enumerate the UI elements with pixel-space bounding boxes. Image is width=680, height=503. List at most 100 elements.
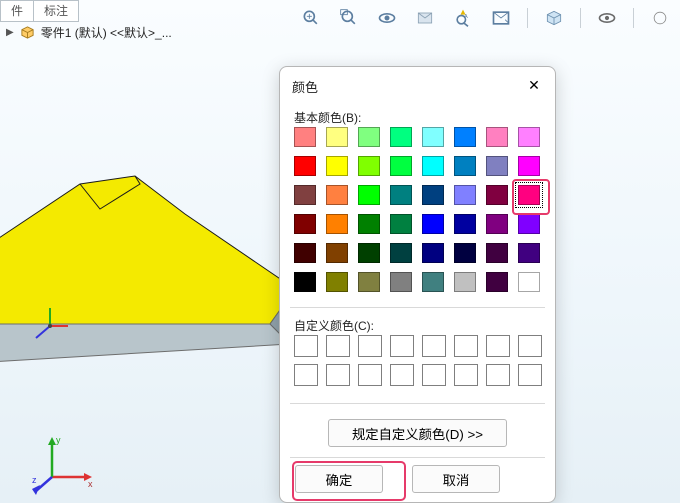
color-swatch[interactable] — [358, 185, 380, 205]
color-swatch[interactable] — [518, 127, 540, 147]
custom-color-slot[interactable] — [422, 335, 446, 357]
custom-color-slot[interactable] — [358, 335, 382, 357]
tab-annotate[interactable]: 标注 — [33, 0, 79, 22]
color-swatch[interactable] — [486, 272, 508, 292]
custom-color-slot[interactable] — [454, 364, 478, 386]
color-swatch[interactable] — [294, 156, 316, 176]
part-icon — [20, 25, 35, 40]
color-swatch[interactable] — [358, 127, 380, 147]
color-swatch[interactable] — [294, 243, 316, 263]
custom-color-slot[interactable] — [422, 364, 446, 386]
ok-highlight — [292, 461, 406, 501]
custom-color-slot[interactable] — [454, 335, 478, 357]
custom-color-slot[interactable] — [326, 364, 350, 386]
close-button[interactable]: ✕ — [521, 73, 547, 97]
color-swatch[interactable] — [422, 243, 444, 263]
custom-color-slot[interactable] — [518, 364, 542, 386]
color-swatch[interactable] — [326, 243, 348, 263]
cancel-label: 取消 — [443, 470, 470, 489]
color-swatch[interactable] — [486, 185, 508, 205]
custom-color-slot[interactable] — [326, 335, 350, 357]
custom-color-slot[interactable] — [358, 364, 382, 386]
custom-color-slot[interactable] — [486, 335, 510, 357]
section-view-icon[interactable] — [413, 6, 437, 30]
color-swatch[interactable] — [326, 185, 348, 205]
origin-triad-icon — [28, 304, 72, 348]
color-swatch[interactable] — [486, 156, 508, 176]
visibility-icon[interactable] — [595, 6, 619, 30]
color-swatch[interactable] — [518, 156, 540, 176]
color-swatch[interactable] — [390, 272, 412, 292]
color-swatch[interactable] — [454, 127, 476, 147]
color-swatch[interactable] — [326, 127, 348, 147]
color-swatch[interactable] — [294, 185, 316, 205]
feature-tree-item[interactable]: ▶ 零件1 (默认) <<默认>_... — [6, 24, 172, 41]
zoom-area-icon[interactable] — [337, 6, 361, 30]
selected-highlight — [512, 179, 550, 215]
color-swatch[interactable] — [422, 272, 444, 292]
svg-text:x: x — [88, 479, 93, 489]
color-swatch[interactable] — [390, 214, 412, 234]
tree-expand-icon[interactable]: ▶ — [6, 27, 14, 38]
color-swatch[interactable] — [422, 214, 444, 234]
view-triad-icon: x y z — [32, 435, 96, 495]
toolbar-separator — [527, 8, 528, 28]
custom-color-slot[interactable] — [486, 364, 510, 386]
color-swatch[interactable] — [518, 214, 540, 234]
basic-colors-grid — [294, 127, 544, 295]
color-swatch[interactable] — [454, 272, 476, 292]
display-mode-icon[interactable] — [489, 6, 513, 30]
color-swatch[interactable] — [518, 243, 540, 263]
color-swatch[interactable] — [486, 214, 508, 234]
divider — [290, 457, 545, 459]
color-swatch[interactable] — [518, 272, 540, 292]
color-dialog: 颜色 ✕ 基本颜色(B): 自定义颜色(C): 规定自定义颜色(D) >> 确定… — [279, 66, 556, 503]
toolbar-separator — [633, 8, 634, 28]
tab-scene[interactable]: 件 — [0, 0, 34, 22]
custom-colors-label: 自定义颜色(C): — [294, 317, 374, 334]
define-custom-button[interactable]: 规定自定义颜色(D) >> — [328, 419, 507, 447]
rotate-view-icon[interactable] — [375, 6, 399, 30]
color-swatch[interactable] — [422, 127, 444, 147]
dialog-title: 颜色 — [292, 77, 318, 96]
more-icon[interactable] — [648, 6, 672, 30]
color-swatch[interactable] — [358, 214, 380, 234]
custom-color-slot[interactable] — [294, 364, 318, 386]
svg-text:y: y — [56, 435, 61, 445]
custom-color-slot[interactable] — [390, 335, 414, 357]
color-swatch[interactable] — [326, 272, 348, 292]
color-swatch[interactable] — [486, 127, 508, 147]
view-toolbar: A — [299, 6, 672, 30]
color-swatch[interactable] — [326, 156, 348, 176]
close-icon: ✕ — [528, 77, 540, 94]
color-swatch[interactable] — [390, 127, 412, 147]
color-swatch[interactable] — [390, 243, 412, 263]
zoom-fit-icon[interactable] — [299, 6, 323, 30]
dynamic-zoom-icon[interactable]: A — [451, 6, 475, 30]
color-swatch[interactable] — [454, 185, 476, 205]
color-swatch[interactable] — [294, 127, 316, 147]
color-swatch[interactable] — [422, 185, 444, 205]
color-swatch[interactable] — [422, 156, 444, 176]
color-swatch[interactable] — [454, 243, 476, 263]
custom-color-slot[interactable] — [390, 364, 414, 386]
color-swatch[interactable] — [390, 156, 412, 176]
cancel-button[interactable]: 取消 — [412, 465, 500, 493]
view-cube-icon[interactable] — [542, 6, 566, 30]
color-swatch[interactable] — [326, 214, 348, 234]
color-swatch[interactable] — [358, 272, 380, 292]
color-swatch[interactable] — [486, 243, 508, 263]
color-swatch[interactable] — [454, 214, 476, 234]
color-swatch[interactable] — [454, 156, 476, 176]
custom-color-slot[interactable] — [518, 335, 542, 357]
color-swatch[interactable] — [390, 185, 412, 205]
color-swatch[interactable] — [358, 156, 380, 176]
toolbar-separator — [580, 8, 581, 28]
custom-color-slot[interactable] — [294, 335, 318, 357]
divider — [290, 403, 545, 405]
color-swatch[interactable] — [294, 214, 316, 234]
svg-text:A: A — [464, 14, 468, 20]
color-swatch[interactable] — [358, 243, 380, 263]
color-swatch[interactable] — [294, 272, 316, 292]
divider — [290, 307, 545, 309]
